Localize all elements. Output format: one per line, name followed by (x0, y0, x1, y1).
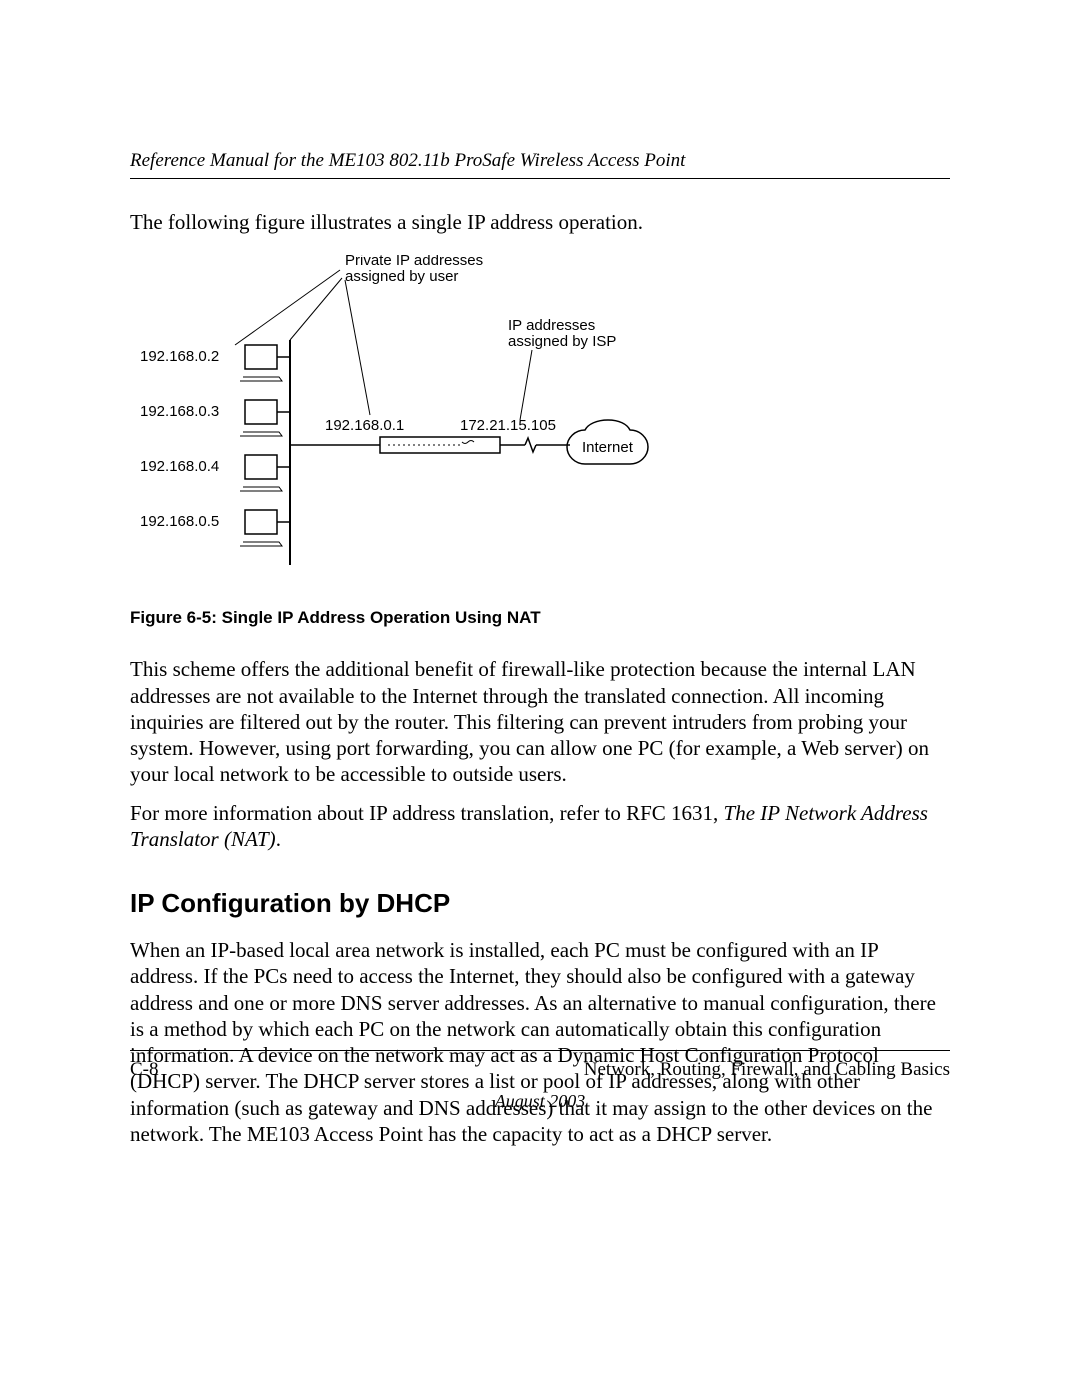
page-footer: C-8 Network, Routing, Firewall, and Cabl… (130, 1050, 950, 1112)
footer-page-number: C-8 (130, 1059, 159, 1081)
header-rule (130, 178, 950, 179)
intro-paragraph: The following figure illustrates a singl… (130, 209, 950, 235)
figure-caption: Figure 6-5: Single IP Address Operation … (130, 608, 950, 628)
private-ip-callout: assigned by user (345, 268, 458, 285)
pc-icon: 192.168.0.2 192.168.0.3 192.168.0.4 192.… (140, 345, 290, 546)
pc-ip-label: 192.168.0.2 (140, 348, 219, 365)
footer-rule (130, 1050, 950, 1051)
internet-label: Internet (582, 439, 634, 456)
router-wan-ip-label: 172.21.15.105 (460, 417, 556, 434)
router-lan-ip-label: 192.168.0.1 (325, 417, 404, 434)
body-paragraph-1: This scheme offers the additional benefi… (130, 656, 950, 787)
header-title: Reference Manual for the ME103 802.11b P… (130, 150, 950, 172)
pc-ip-label: 192.168.0.4 (140, 458, 219, 475)
pc-ip-label: 192.168.0.3 (140, 403, 219, 420)
body-paragraph-3: When an IP-based local area network is i… (130, 937, 950, 1147)
isp-ip-callout: assigned by ISP (508, 333, 616, 350)
footer-section-name: Network, Routing, Firewall, and Cabling … (584, 1059, 950, 1081)
figure-nat-diagram: 192.168.0.2 192.168.0.3 192.168.0.4 192.… (130, 255, 950, 590)
section-heading-dhcp: IP Configuration by DHCP (130, 888, 950, 919)
footer-date: August 2003 (130, 1091, 950, 1112)
para2-post: . (276, 827, 281, 851)
isp-ip-callout: IP addresses (508, 317, 595, 334)
private-ip-callout: Private IP addresses (345, 255, 483, 269)
pc-ip-label: 192.168.0.5 (140, 513, 219, 530)
body-paragraph-2: For more information about IP address tr… (130, 800, 950, 853)
para2-pre: For more information about IP address tr… (130, 801, 724, 825)
